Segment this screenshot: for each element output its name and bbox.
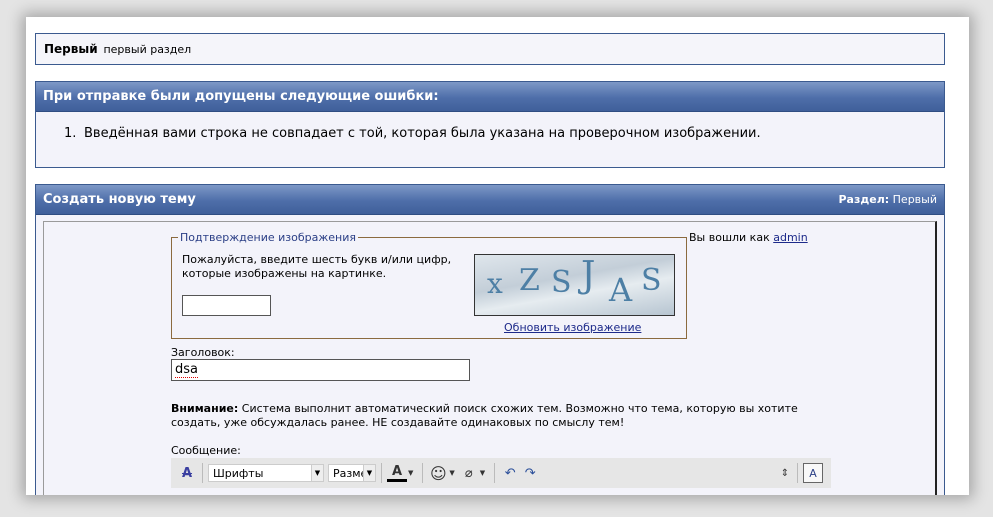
captcha-refresh-link[interactable]: Обновить изображение	[504, 321, 641, 334]
error-list: 1. Введённая вами строка не совпадает с т…	[36, 112, 944, 141]
notice-label: Внимание:	[171, 402, 239, 415]
title-input-value: dsa	[175, 362, 198, 378]
captcha-char: A	[609, 271, 633, 309]
forum-description: первый раздел	[103, 43, 192, 56]
undo-icon[interactable]: ↶	[500, 463, 520, 483]
post-form: Подтверждение изображения Пожалуйста, вв…	[43, 221, 937, 495]
error-panel: При отправке были допущены следующие оши…	[35, 81, 945, 168]
section-info: Раздел: Первый	[838, 193, 937, 206]
format-icon[interactable]: A	[177, 463, 197, 483]
forum-title[interactable]: Первый	[44, 42, 98, 56]
title-label: Заголовок:	[171, 346, 235, 359]
smiley-icon[interactable]: ☺	[428, 463, 448, 483]
chevron-down-icon[interactable]: ▼	[480, 469, 485, 477]
duplicate-notice: Внимание: Система выполнит автоматически…	[171, 402, 811, 430]
toolbar-separator	[202, 463, 203, 483]
toolbar-separator	[381, 463, 382, 483]
new-topic-panel: Создать новую тему Раздел: Первый Подтве…	[35, 184, 945, 495]
captcha-fieldset: Подтверждение изображения Пожалуйста, вв…	[171, 231, 687, 339]
captcha-char: J	[581, 255, 596, 296]
new-topic-title: Создать новую тему	[43, 192, 196, 207]
error-text: Введённая вами строка не совпадает с той…	[84, 126, 761, 141]
source-mode-icon[interactable]: A	[803, 463, 823, 483]
section-value: Первый	[892, 193, 937, 206]
new-topic-header: Создать новую тему Раздел: Первый	[36, 185, 944, 215]
username-link[interactable]: admin	[773, 231, 807, 244]
size-select[interactable]: Разме ▼	[328, 464, 376, 482]
chevron-down-icon: ▼	[311, 465, 323, 481]
login-status: Вы вошли как admin	[689, 231, 808, 244]
chevron-down-icon: ▼	[363, 465, 375, 481]
section-label: Раздел:	[838, 193, 890, 206]
notice-text: Система выполнит автоматический поиск сх…	[171, 402, 798, 429]
toolbar-separator	[422, 463, 424, 483]
toolbar-right: ⇕ A	[778, 463, 823, 483]
resize-icon[interactable]: ⇕	[778, 463, 792, 483]
logged-in-label: Вы вошли как	[689, 231, 770, 244]
message-label: Сообщение:	[171, 444, 241, 457]
captcha-char: x	[487, 267, 503, 300]
error-header: При отправке были допущены следующие оши…	[36, 82, 944, 112]
chevron-down-icon[interactable]: ▼	[449, 469, 454, 477]
attach-icon[interactable]: ⌀	[459, 463, 479, 483]
error-item: 1. Введённая вами строка не совпадает с т…	[64, 126, 944, 141]
captcha-input[interactable]	[182, 295, 271, 316]
toolbar-separator	[494, 463, 496, 483]
captcha-image: x Z S J A S	[474, 254, 675, 316]
redo-icon[interactable]: ↷	[520, 463, 540, 483]
captcha-instructions: Пожалуйста, введите шесть букв и/или циф…	[182, 253, 452, 280]
toolbar-separator	[797, 463, 798, 483]
page: Первый первый раздел При отправке были д…	[26, 17, 969, 495]
font-color-icon[interactable]: A	[387, 464, 407, 482]
font-select-value: Шрифты	[213, 466, 264, 480]
captcha-char: S	[641, 263, 662, 298]
captcha-char: Z	[519, 263, 540, 298]
captcha-char: S	[551, 265, 572, 300]
captcha-legend: Подтверждение изображения	[180, 231, 357, 244]
error-number: 1.	[64, 126, 77, 141]
editor-toolbar: A Шрифты ▼ Разме ▼ A ▼ ☺ ▼ ⌀ ▼ ↶ ↷ ⇕ A	[171, 458, 831, 488]
font-select[interactable]: Шрифты ▼	[208, 464, 324, 482]
error-title: При отправке были допущены следующие оши…	[43, 89, 439, 104]
title-input[interactable]: dsa	[171, 359, 470, 381]
breadcrumb: Первый первый раздел	[35, 33, 945, 65]
chevron-down-icon[interactable]: ▼	[408, 469, 413, 477]
